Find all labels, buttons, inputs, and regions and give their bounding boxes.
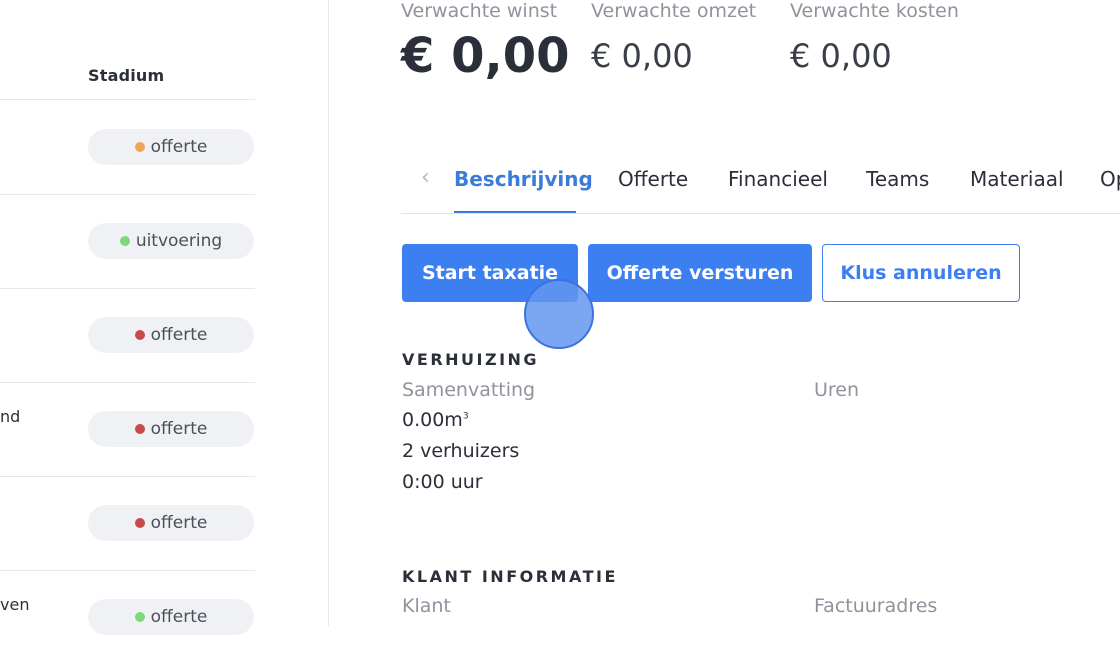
summary-label: Samenvatting — [402, 379, 536, 401]
status-badge: offerte — [88, 317, 254, 353]
tab-teams[interactable]: Teams — [866, 167, 929, 191]
tab-beschrijving[interactable]: Beschrijving — [454, 167, 593, 191]
list-row[interactable]: offerte — [0, 288, 255, 383]
status-label: uitvoering — [135, 231, 223, 251]
status-badge: offerte — [88, 411, 254, 447]
row-name: ven — [0, 595, 30, 614]
status-dot-icon — [119, 236, 130, 246]
status-badge: offerte — [88, 599, 254, 635]
klus-annuleren-button[interactable]: Klus annuleren — [822, 244, 1020, 302]
offerte-versturen-button[interactable]: Offerte versturen — [588, 244, 812, 302]
billing-address-label: Factuuradres — [814, 595, 938, 617]
customer-label: Klant — [402, 595, 451, 617]
expected-costs-label: Verwachte kosten — [790, 0, 959, 22]
list-row[interactable]: offerte — [0, 476, 255, 571]
status-dot-icon — [134, 518, 145, 528]
active-tab-indicator — [454, 211, 576, 213]
duration-value: 0:00 uur — [402, 471, 483, 493]
status-badge: offerte — [88, 505, 254, 541]
status-label: offerte — [150, 325, 208, 345]
tab-materiaal[interactable]: Materiaal — [970, 167, 1064, 191]
job-list-panel: Stadium offerte uitvoering offerte nd of… — [0, 0, 329, 635]
status-dot-icon — [134, 612, 145, 622]
detail-tabs: ‹ Beschrijving Offerte Financieel Teams … — [401, 165, 1120, 214]
status-label: offerte — [150, 513, 208, 533]
expected-costs-value: € 0,00 — [790, 37, 892, 75]
status-dot-icon — [134, 142, 145, 152]
click-indicator — [524, 279, 594, 349]
list-row[interactable]: offerte — [0, 100, 255, 195]
status-badge: offerte — [88, 129, 254, 165]
tab-offerte[interactable]: Offerte — [618, 167, 688, 191]
tab-financieel[interactable]: Financieel — [728, 167, 828, 191]
row-name: nd — [0, 407, 21, 426]
chevron-left-icon[interactable]: ‹ — [421, 165, 430, 190]
status-dot-icon — [134, 424, 145, 434]
status-label: offerte — [150, 137, 208, 157]
column-header-stadium[interactable]: Stadium — [88, 66, 164, 85]
status-label: offerte — [150, 607, 208, 627]
list-row[interactable]: ven offerte — [0, 570, 255, 664]
section-title-verhuizing: VERHUIZING — [402, 350, 540, 369]
status-dot-icon — [134, 330, 145, 340]
volume-unit-exponent: 3 — [462, 411, 469, 422]
expected-profit-label: Verwachte winst — [401, 0, 558, 22]
volume-value: 0.00m3 — [402, 409, 469, 431]
expected-revenue-value: € 0,00 — [591, 37, 693, 75]
section-title-klant-informatie: KLANT INFORMATIE — [402, 567, 618, 586]
volume-number: 0.00m — [402, 409, 463, 431]
status-label: offerte — [150, 419, 208, 439]
movers-value: 2 verhuizers — [402, 440, 520, 462]
status-badge: uitvoering — [88, 223, 254, 259]
hours-label: Uren — [814, 379, 860, 401]
list-row[interactable]: nd offerte — [0, 382, 255, 477]
expected-profit-value: € 0,00 — [401, 28, 570, 84]
list-row[interactable]: uitvoering — [0, 194, 255, 289]
tab-overflow[interactable]: Op — [1100, 167, 1120, 191]
expected-revenue-label: Verwachte omzet — [591, 0, 757, 22]
